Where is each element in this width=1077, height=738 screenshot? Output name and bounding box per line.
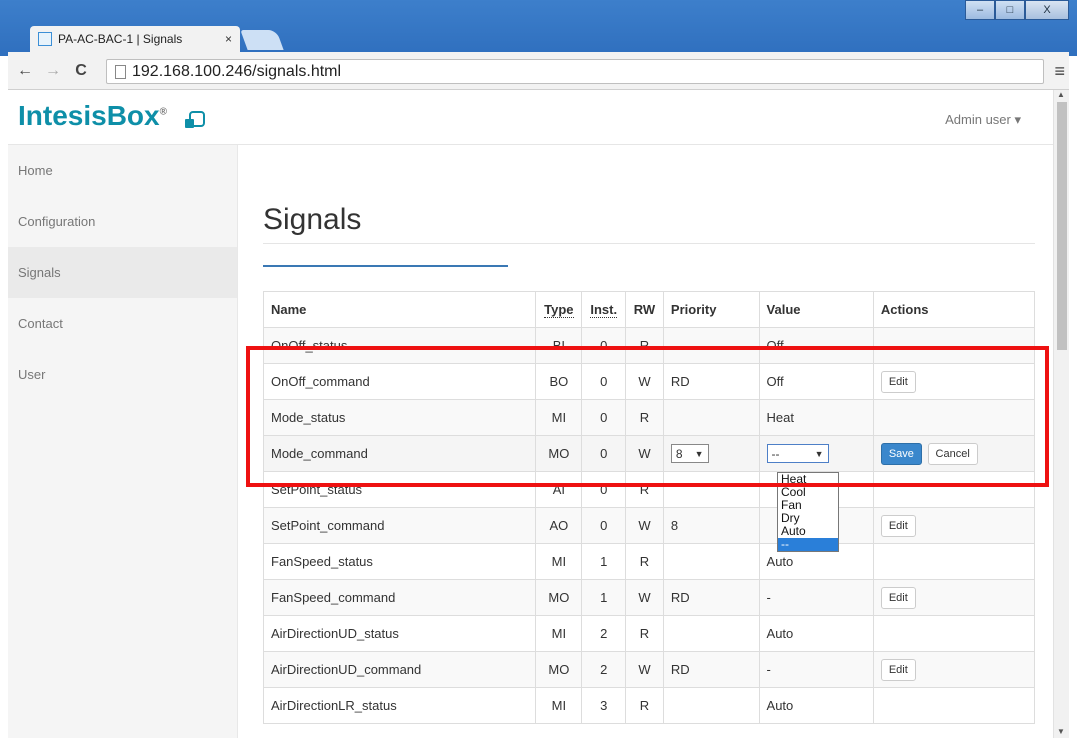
table-header-row: Name Type Inst. RW Priority Value Action… [262,291,1036,328]
title-divider [263,243,1035,244]
minimize-button[interactable]: – [965,0,995,20]
highlight-annotation-box [246,346,1049,487]
sidebar-item-home[interactable]: Home [8,145,237,196]
table-row: FanSpeed_status MI 1 R Auto [262,543,1036,580]
page-title: Signals [263,203,362,236]
dropdown-option-selected[interactable]: -- [778,538,838,551]
col-inst[interactable]: Inst. [581,291,627,328]
maximize-button[interactable]: □ [995,0,1025,20]
col-type[interactable]: Type [535,291,583,328]
sidebar: Home Configuration Signals Contact User [8,145,238,738]
table-row: AirDirectionLR_status MI 3 R Auto [262,687,1036,724]
col-rw[interactable]: RW [625,291,664,328]
address-bar[interactable]: 192.168.100.246/signals.html [106,59,1044,84]
new-tab-button[interactable] [240,30,284,50]
logo: IntesisBox® [18,100,167,131]
table-row: FanSpeed_command MO 1 W RD - Edit [262,579,1036,616]
page-icon [115,64,126,79]
table-row: AirDirectionUD_status MI 2 R Auto [262,615,1036,652]
browser-toolbar: ← → C 192.168.100.246/signals.html ≡ [8,52,1069,90]
edit-button[interactable]: Edit [880,586,916,609]
scroll-down-icon[interactable]: ▼ [1057,727,1065,736]
table-row: SetPoint_command AO 0 W 8 Edit [262,507,1036,544]
tab-strip: PA-AC-BAC-1 | Signals × – □ X [8,0,1069,52]
close-window-button[interactable]: X [1025,0,1069,20]
edit-button[interactable]: Edit [880,514,916,537]
browser-menu-icon[interactable]: ≡ [1054,61,1065,82]
reload-icon[interactable]: C [70,62,92,80]
sidebar-item-signals[interactable]: Signals [8,247,237,298]
user-menu[interactable]: Admin user ▾ [945,112,1021,128]
col-actions[interactable]: Actions [872,291,1036,328]
window-controls: – □ X [965,0,1069,20]
tab-close-icon[interactable]: × [225,32,232,46]
sidebar-item-contact[interactable]: Contact [8,298,237,349]
scrollbar-thumb[interactable] [1057,102,1067,350]
col-value[interactable]: Value [758,291,874,328]
logo-icon [185,111,205,128]
col-priority[interactable]: Priority [662,291,760,328]
back-arrow-icon[interactable]: ← [14,62,36,80]
vertical-scrollbar[interactable]: ▲ ▼ [1053,90,1069,738]
title-accent-line [263,265,508,267]
favicon-icon [38,32,52,46]
edit-button[interactable]: Edit [880,658,916,681]
table-row: AirDirectionUD_command MO 2 W RD - Edit [262,651,1036,688]
tab-title: PA-AC-BAC-1 | Signals [58,32,183,46]
browser-tab[interactable]: PA-AC-BAC-1 | Signals × [30,26,240,52]
app-header: IntesisBox® Admin user ▾ [8,90,1053,145]
url-text: 192.168.100.246/signals.html [132,62,342,80]
sidebar-item-user[interactable]: User [8,349,237,400]
sidebar-item-configuration[interactable]: Configuration [8,196,237,247]
scroll-up-icon[interactable]: ▲ [1057,90,1065,99]
forward-arrow-icon[interactable]: → [42,62,64,80]
col-name[interactable]: Name [262,291,537,328]
